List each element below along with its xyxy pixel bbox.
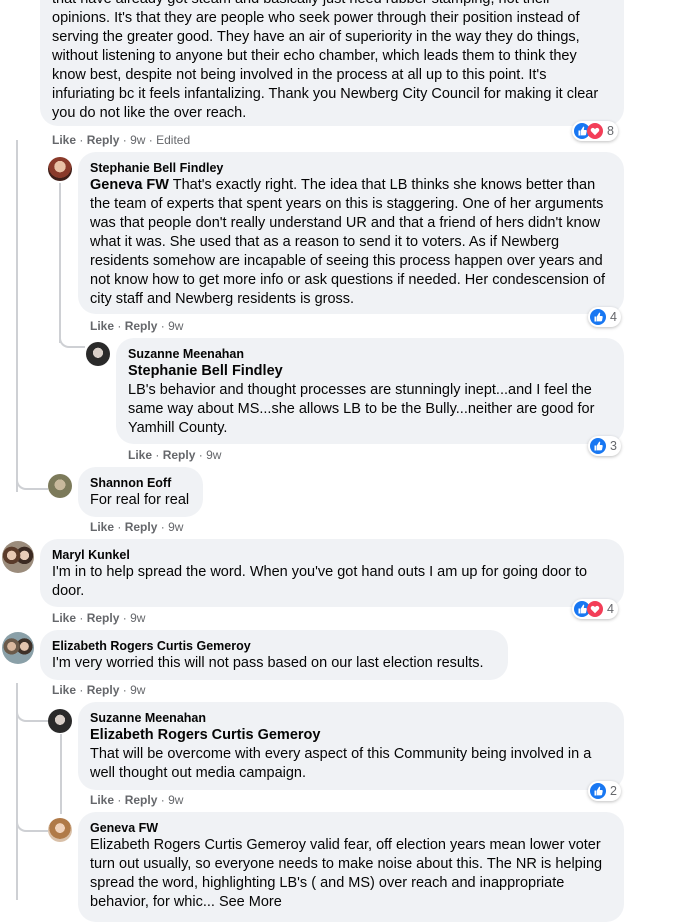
avatar[interactable]	[48, 818, 72, 842]
reaction-count: 3	[610, 439, 617, 453]
love-reaction-icon	[587, 601, 603, 617]
like-button[interactable]: Like	[90, 319, 114, 333]
avatar[interactable]	[48, 709, 72, 733]
reply-button[interactable]: Reply	[87, 133, 120, 147]
comment-actions: Like · Reply · 9w	[90, 319, 184, 333]
comment-actions: Like · Reply · 9w	[52, 611, 146, 625]
like-reaction-icon	[590, 438, 606, 454]
comment-actions: Like · Reply · 9w	[90, 520, 184, 534]
mention-link[interactable]: Elizabeth Rogers Curtis Gemeroy	[90, 726, 612, 745]
thread-connector	[16, 700, 48, 722]
reaction-count: 2	[610, 784, 617, 798]
like-button[interactable]: Like	[90, 793, 114, 807]
reaction-count: 4	[607, 602, 614, 616]
author-name[interactable]: Elizabeth Rogers Curtis Gemeroy	[52, 638, 496, 654]
comment-text: That will be overcome with every aspect …	[90, 746, 592, 781]
mention-link[interactable]: Stephanie Bell Findley	[128, 362, 612, 381]
timestamp[interactable]: 9w	[168, 520, 183, 534]
comment-text: I'm very worried this will not pass base…	[52, 655, 484, 671]
reply-button[interactable]: Reply	[125, 520, 158, 534]
avatar[interactable]	[48, 157, 72, 181]
comment-actions: Like · Reply · 9w	[128, 448, 222, 462]
thread-line-main	[16, 140, 18, 492]
timestamp[interactable]: 9w	[206, 448, 221, 462]
like-button[interactable]: Like	[52, 611, 76, 625]
comment-bubble: Suzanne Meenahan Elizabeth Rogers Curtis…	[78, 702, 624, 790]
comment-bubble: Shannon Eoff For real for real	[78, 467, 203, 517]
comment-actions: Like · Reply · 9w · Edited	[52, 133, 191, 147]
timestamp[interactable]: 9w	[130, 133, 145, 147]
author-name[interactable]: Geneva FW	[90, 820, 612, 836]
timestamp[interactable]: 9w	[130, 611, 145, 625]
like-reaction-icon	[590, 783, 606, 799]
timestamp[interactable]: 9w	[130, 683, 145, 697]
like-button[interactable]: Like	[52, 133, 76, 147]
comment-actions: Like · Reply · 9w	[52, 683, 146, 697]
thread-connector	[16, 810, 48, 832]
comment-bubble: Elizabeth Rogers Curtis Gemeroy I'm very…	[40, 630, 508, 680]
author-name[interactable]: Maryl Kunkel	[52, 547, 612, 563]
thread-connector	[59, 326, 85, 348]
like-reaction-icon	[590, 309, 606, 325]
reaction-summary[interactable]: 3	[588, 436, 621, 456]
reply-button[interactable]: Reply	[125, 319, 158, 333]
mention-link[interactable]: Geneva FW	[90, 177, 169, 193]
thread-connector	[16, 470, 48, 490]
reaction-count: 4	[610, 310, 617, 324]
reply-button[interactable]: Reply	[87, 611, 120, 625]
comment-actions: Like · Reply · 9w	[90, 793, 184, 807]
comment-bubble: Geneva FW Elizabeth Rogers Curtis Gemero…	[78, 812, 624, 922]
like-button[interactable]: Like	[90, 520, 114, 534]
comment-bubble: that have already got steam and basicall…	[40, 0, 624, 126]
like-button[interactable]: Like	[128, 448, 152, 462]
author-name[interactable]: Suzanne Meenahan	[90, 710, 612, 726]
author-name[interactable]: Shannon Eoff	[90, 475, 191, 491]
comment-text: Elizabeth Rogers Curtis Gemeroy valid fe…	[90, 837, 603, 910]
reaction-summary[interactable]: 4	[588, 307, 621, 327]
comment-bubble: Suzanne Meenahan Stephanie Bell Findley …	[116, 338, 624, 444]
avatar[interactable]	[48, 474, 72, 498]
thread-line-reply	[59, 183, 61, 343]
avatar[interactable]	[2, 632, 34, 664]
avatar[interactable]	[2, 541, 34, 573]
reaction-summary[interactable]: 8	[572, 121, 618, 141]
reply-button[interactable]: Reply	[125, 793, 158, 807]
reply-button[interactable]: Reply	[87, 683, 120, 697]
like-button[interactable]: Like	[52, 683, 76, 697]
reaction-summary[interactable]: 2	[588, 781, 621, 801]
comment-bubble: Maryl Kunkel I'm in to help spread the w…	[40, 539, 624, 607]
reaction-summary[interactable]: 4	[572, 599, 618, 619]
comment-bubble: Stephanie Bell Findley Geneva FW That's …	[78, 152, 624, 314]
comment-text: that have already got steam and basicall…	[52, 0, 599, 121]
comment-text: I'm in to help spread the word. When you…	[52, 564, 588, 599]
love-reaction-icon	[587, 123, 603, 139]
comment-text: LB's behavior and thought processes are …	[128, 382, 595, 436]
reaction-count: 8	[607, 124, 614, 138]
reply-button[interactable]: Reply	[163, 448, 196, 462]
thread-line-reply	[60, 734, 62, 814]
author-name[interactable]: Stephanie Bell Findley	[90, 160, 612, 176]
author-name[interactable]: Suzanne Meenahan	[128, 346, 612, 362]
comment-text: For real for real	[90, 492, 190, 508]
timestamp[interactable]: 9w	[168, 319, 183, 333]
edited-label: Edited	[156, 133, 191, 147]
comment-text: That's exactly right. The idea that LB t…	[90, 177, 606, 307]
avatar[interactable]	[86, 342, 110, 366]
timestamp[interactable]: 9w	[168, 793, 183, 807]
